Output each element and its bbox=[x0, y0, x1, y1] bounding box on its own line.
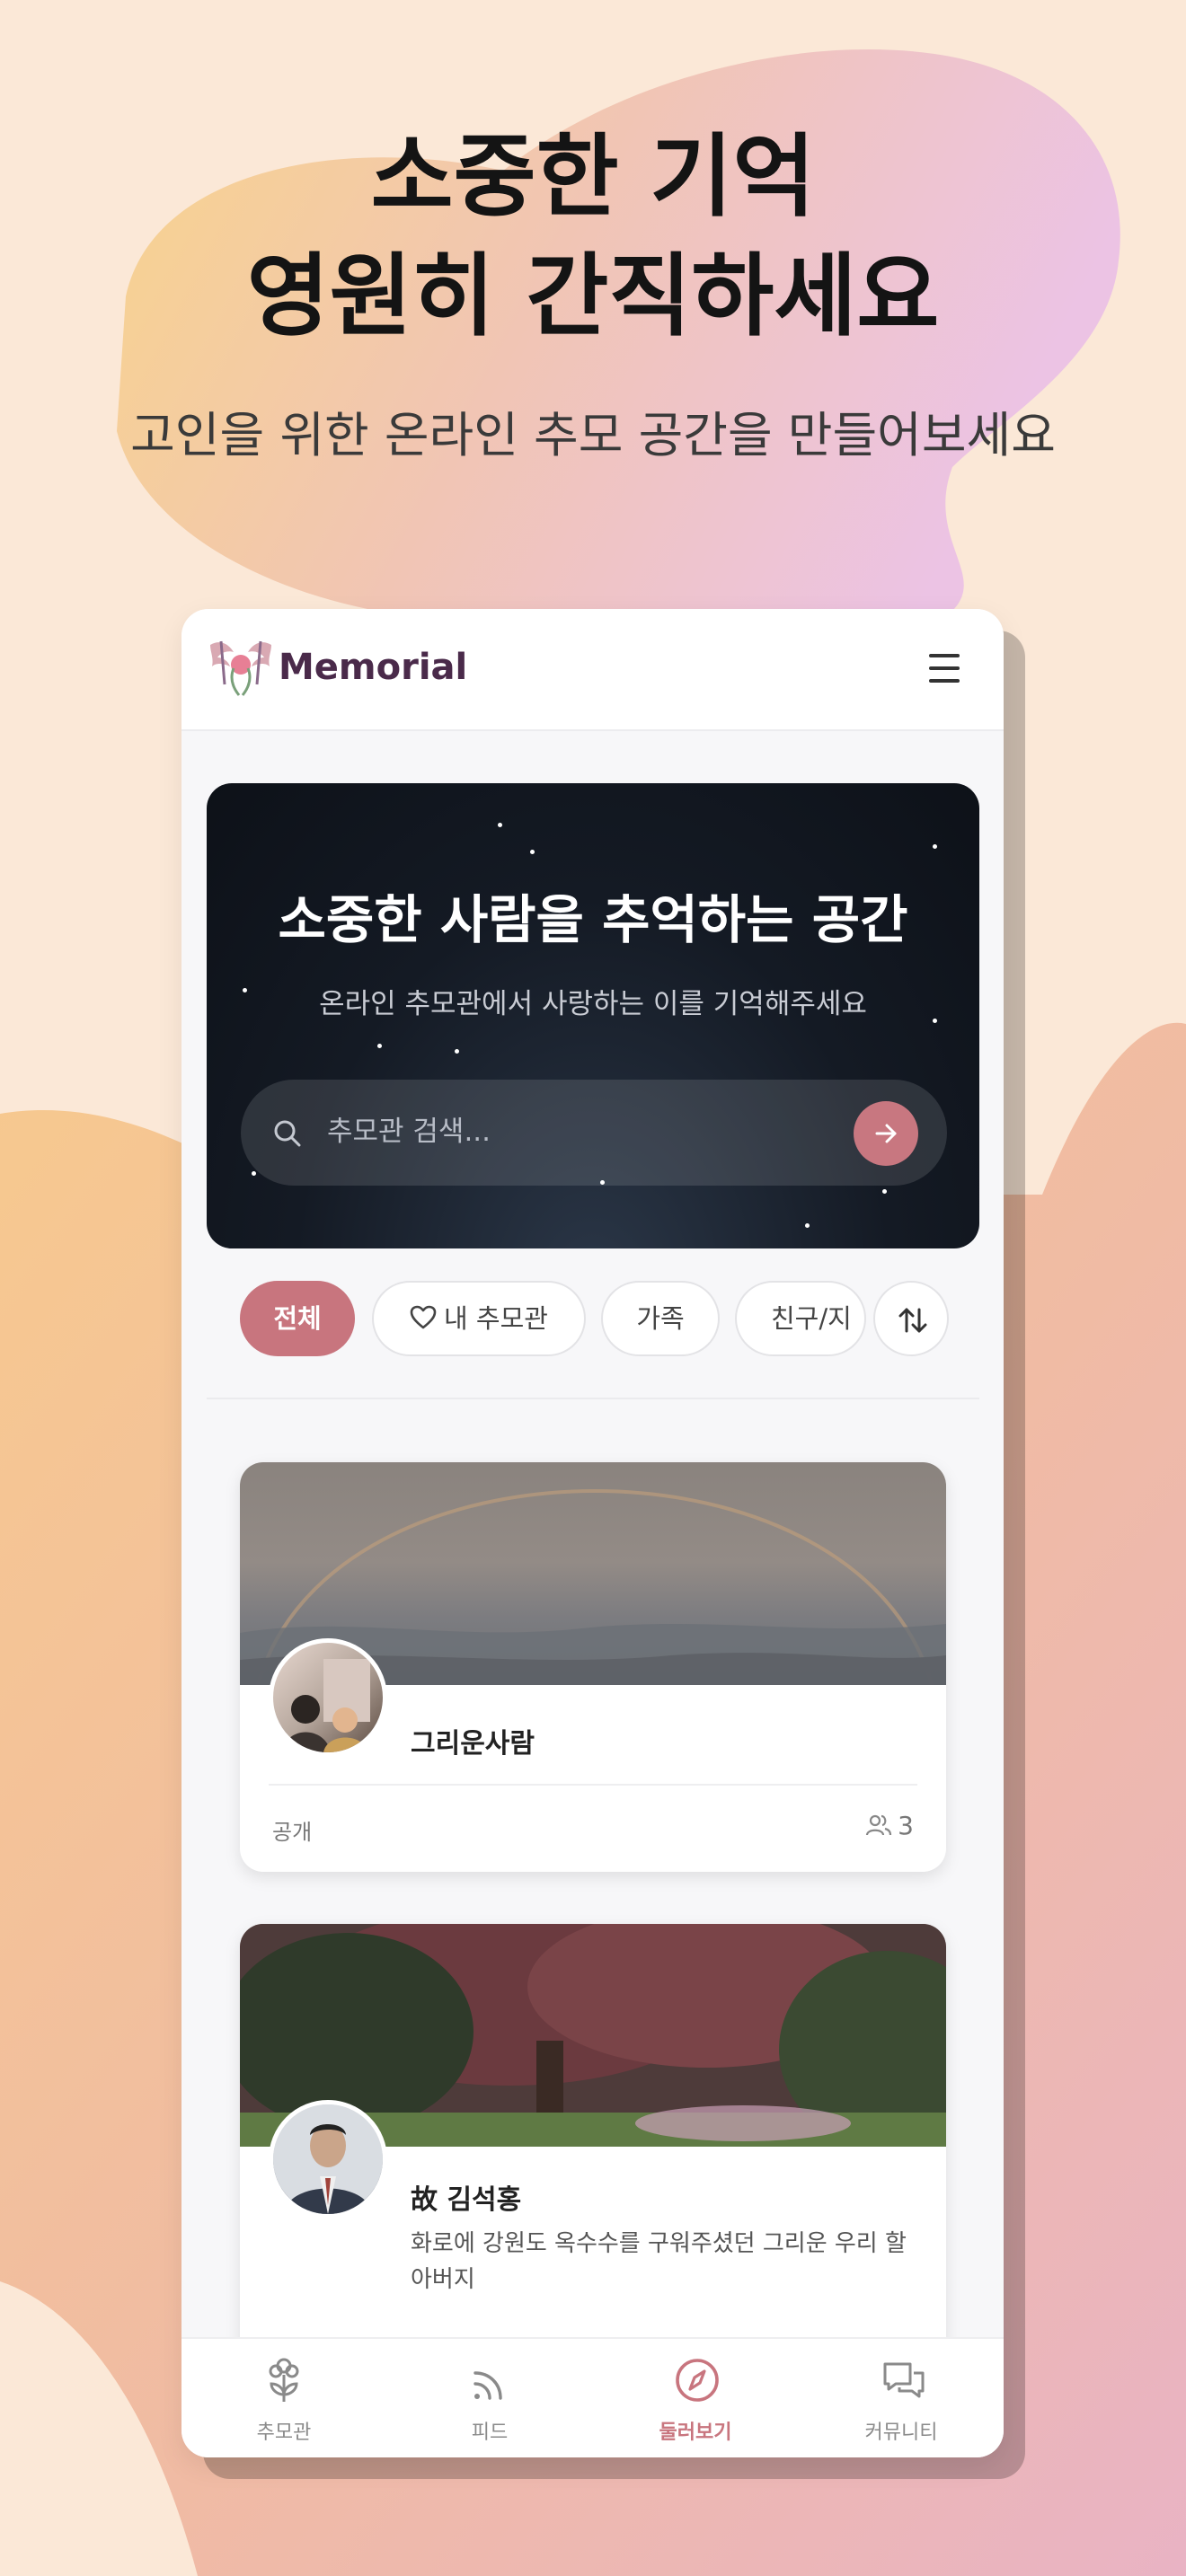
star-decoration bbox=[882, 1189, 887, 1194]
filter-chip-label: 친구/지 bbox=[771, 1303, 852, 1334]
filter-chip-label: 전체 bbox=[273, 1303, 322, 1334]
search-submit-button[interactable] bbox=[854, 1101, 918, 1166]
promo-title-line2: 영원히 간직하세요 bbox=[246, 243, 940, 348]
phone-screen: Memorial 소중한 사람을 추억하는 공간 온라인 추모관에서 사랑하는 … bbox=[181, 609, 1004, 2457]
memorial-logo-icon bbox=[210, 640, 271, 696]
search-input[interactable] bbox=[327, 1107, 812, 1157]
filter-chip-family[interactable]: 가족 bbox=[601, 1281, 720, 1356]
heart-icon bbox=[410, 1305, 437, 1329]
star-decoration bbox=[455, 1049, 459, 1054]
tab-explore[interactable]: 둘러보기 bbox=[593, 2339, 798, 2457]
star-decoration bbox=[498, 823, 502, 827]
memorial-name: 그리운사람 bbox=[411, 1728, 535, 1760]
promo-subtitle: 고인을 위한 온라인 추모 공간을 만들어보세요 bbox=[130, 407, 1056, 463]
tab-label: 피드 bbox=[471, 2422, 509, 2444]
hero-banner: 소중한 사람을 추억하는 공간 온라인 추모관에서 사랑하는 이를 기억해주세요 bbox=[207, 783, 979, 1248]
star-decoration bbox=[530, 850, 535, 854]
tab-label: 커뮤니티 bbox=[864, 2422, 938, 2444]
app-header: Memorial bbox=[181, 609, 1004, 731]
tab-label: 추모관 bbox=[256, 2422, 312, 2444]
star-decoration bbox=[933, 844, 937, 849]
filter-chips: 전체 내 추모관 가족 친구/지 bbox=[181, 1281, 1004, 1362]
rss-icon bbox=[474, 2371, 502, 2400]
tab-feed[interactable]: 피드 bbox=[387, 2339, 592, 2457]
star-decoration bbox=[252, 1171, 256, 1176]
sort-arrows-icon bbox=[898, 1308, 927, 1333]
users-icon bbox=[866, 1814, 892, 1836]
filter-chip-all[interactable]: 전체 bbox=[240, 1281, 355, 1356]
memorial-name: 故 김석홍 bbox=[411, 2184, 522, 2216]
tab-community[interactable]: 커뮤니티 bbox=[799, 2339, 1004, 2457]
filter-chip-my-memorials[interactable]: 내 추모관 bbox=[372, 1281, 586, 1356]
compass-icon bbox=[676, 2359, 719, 2402]
chat-icon bbox=[883, 2362, 925, 2398]
filter-chip-label: 내 추모관 bbox=[444, 1303, 548, 1334]
bottom-tab-bar: 추모관 피드 둘러보기 커뮤니티 bbox=[181, 2337, 1004, 2457]
promo-title-line1: 소중한 기억 bbox=[370, 124, 816, 229]
memorial-avatar bbox=[269, 2100, 387, 2219]
filter-chip-label: 가족 bbox=[636, 1303, 685, 1334]
memorial-visitor-count: 3 bbox=[865, 1811, 914, 1840]
filter-chip-friends[interactable]: 친구/지 bbox=[735, 1281, 866, 1356]
memorial-card[interactable]: 그리운사람 공개 3 bbox=[240, 1462, 946, 1872]
star-decoration bbox=[377, 1044, 382, 1048]
memorial-description: 화로에 강원도 옥수수를 구워주셨던 그리운 우리 할아버지 bbox=[411, 2230, 907, 2293]
memorial-portrait-image bbox=[282, 1659, 370, 1752]
card-divider bbox=[269, 1784, 917, 1786]
visitor-count-value: 3 bbox=[898, 1811, 914, 1840]
flower-icon bbox=[269, 2358, 299, 2402]
memorial-avatar bbox=[269, 1638, 387, 1757]
search-icon bbox=[274, 1120, 301, 1147]
arrow-right-icon bbox=[875, 1124, 897, 1143]
star-decoration bbox=[805, 1223, 810, 1228]
search-bar bbox=[241, 1080, 947, 1186]
tab-memorials[interactable]: 추모관 bbox=[181, 2339, 386, 2457]
sort-button[interactable] bbox=[873, 1281, 949, 1356]
hamburger-menu-icon[interactable] bbox=[922, 648, 967, 688]
section-divider bbox=[207, 1398, 979, 1399]
banner-title: 소중한 사람을 추억하는 공간 bbox=[278, 889, 908, 950]
banner-subtitle: 온라인 추모관에서 사랑하는 이를 기억해주세요 bbox=[319, 988, 867, 1020]
brand-name: Memorial bbox=[279, 647, 468, 688]
tab-label: 둘러보기 bbox=[659, 2422, 732, 2444]
memorial-card[interactable]: 故 김석홍 화로에 강원도 옥수수를 구워주셨던 그리운 우리 할아버지 bbox=[240, 1924, 946, 2391]
memorial-visibility: 공개 bbox=[272, 1820, 313, 1845]
memorial-portrait-image bbox=[273, 2104, 383, 2214]
